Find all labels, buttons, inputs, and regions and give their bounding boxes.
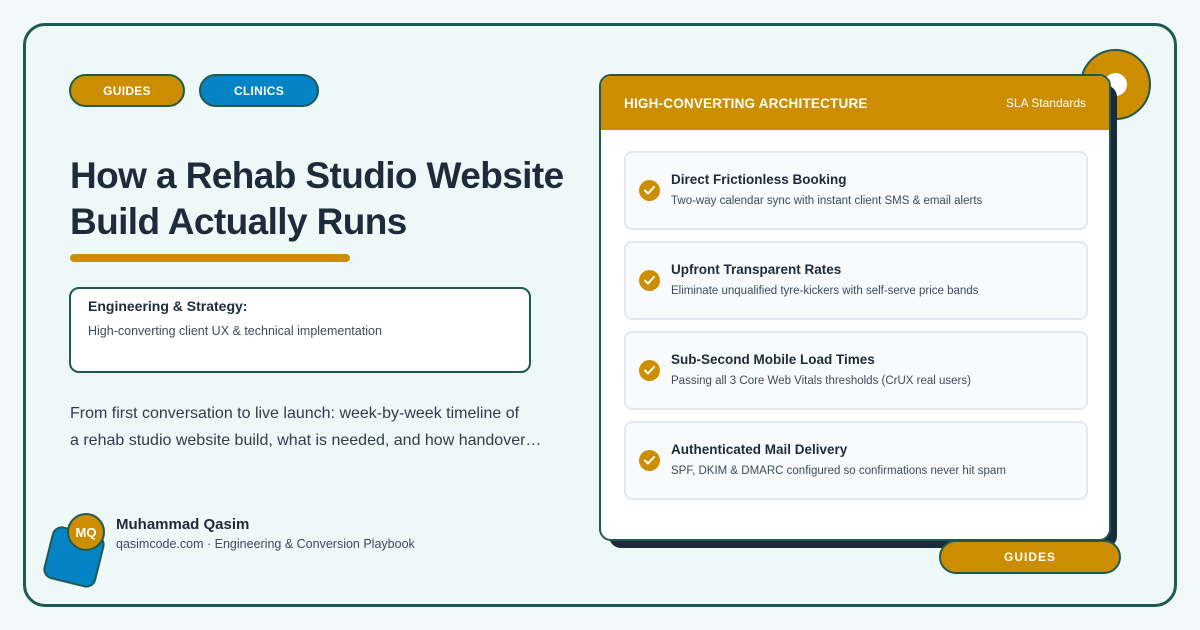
tag-guides[interactable]: GUIDES [69, 74, 185, 107]
check-circle-icon [639, 270, 660, 291]
feature-description: Passing all 3 Core Web Vitals thresholds… [671, 375, 971, 387]
headline-line-1: How a Rehab Studio Website [70, 155, 564, 196]
headline-line-2: Build Actually Runs [70, 201, 407, 242]
tag-clinics[interactable]: CLINICS [199, 74, 319, 107]
feature-item: Direct Frictionless Booking Two-way cale… [624, 151, 1088, 230]
card-header: HIGH-CONVERTING ARCHITECTURE SLA Standar… [601, 76, 1109, 130]
title-underline [70, 254, 350, 262]
check-circle-icon [639, 450, 660, 471]
feature-title: Authenticated Mail Delivery [671, 442, 848, 457]
architecture-card: HIGH-CONVERTING ARCHITECTURE SLA Standar… [599, 74, 1111, 541]
check-circle-icon [639, 180, 660, 201]
feature-description: Eliminate unqualified tyre-kickers with … [671, 285, 979, 297]
feature-title: Direct Frictionless Booking [671, 172, 847, 187]
feature-item: Authenticated Mail Delivery SPF, DKIM & … [624, 421, 1088, 500]
strategy-title: Engineering & Strategy: [88, 298, 248, 314]
card-title: HIGH-CONVERTING ARCHITECTURE [624, 95, 868, 111]
author-name: Muhammad Qasim [116, 516, 250, 533]
feature-item: Upfront Transparent Rates Eliminate unqu… [624, 241, 1088, 320]
author-meta: qasimcode.com · Engineering & Conversion… [116, 537, 415, 551]
feature-title: Upfront Transparent Rates [671, 262, 842, 277]
card-tag: SLA Standards [1005, 96, 1086, 110]
strategy-box: Engineering & Strategy: High-converting … [69, 287, 531, 373]
tag-guides-bottom[interactable]: GUIDES [939, 540, 1121, 574]
description-line-1: From first conversation to live launch: … [70, 405, 520, 422]
strategy-subtitle: High-converting client UX & technical im… [88, 324, 382, 338]
feature-item: Sub-Second Mobile Load Times Passing all… [624, 331, 1088, 410]
avatar: MQ [67, 513, 105, 551]
feature-title: Sub-Second Mobile Load Times [671, 352, 875, 367]
feature-description: Two-way calendar sync with instant clien… [671, 195, 983, 207]
page-title: How a Rehab Studio Website Build Actuall… [70, 153, 590, 245]
check-circle-icon [639, 360, 660, 381]
description: From first conversation to live launch: … [70, 400, 560, 454]
feature-description: SPF, DKIM & DMARC configured so confirma… [671, 465, 1006, 477]
description-line-2: a rehab studio website build, what is ne… [70, 432, 542, 449]
